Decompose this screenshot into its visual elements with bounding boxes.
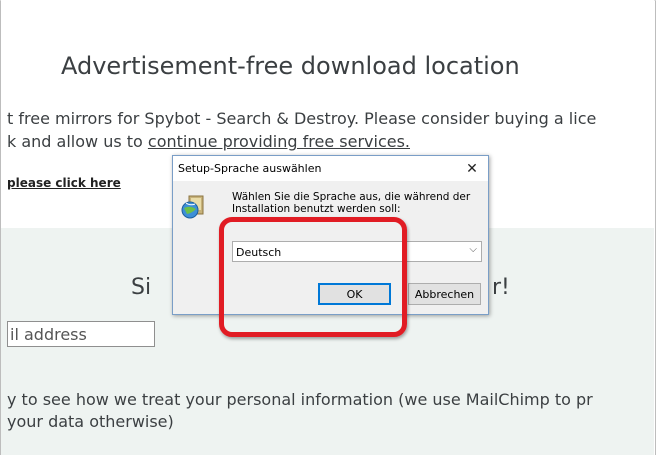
setup-language-dialog: Setup-Sprache auswählen ✕ Wählen Sie die…	[172, 155, 489, 315]
ok-button[interactable]: OK	[318, 283, 391, 305]
continue-link[interactable]: continue providing free services.	[148, 132, 410, 151]
signup-heading-right: r!	[492, 275, 510, 300]
cancel-button[interactable]: Abbrechen	[408, 283, 481, 305]
dialog-title: Setup-Sprache auswählen	[178, 162, 322, 175]
please-click-here-link[interactable]: please click here	[7, 176, 121, 190]
page-heading: Advertisement-free download location	[61, 52, 520, 80]
email-field[interactable]	[7, 321, 155, 347]
setup-globe-icon	[181, 195, 204, 219]
chevron-down-icon: ⌵	[469, 244, 477, 255]
language-select-value: Deutsch	[236, 246, 282, 259]
dialog-titlebar[interactable]: Setup-Sprache auswählen ✕	[173, 156, 488, 181]
dialog-prompt: Wählen Sie die Sprache aus, die während …	[232, 191, 471, 215]
privacy-text-line-1: y to see how we treat your personal info…	[7, 390, 593, 409]
intro-text-line-1: t free mirrors for Spybot - Search & Des…	[7, 109, 597, 128]
signup-heading-left: Si	[131, 275, 152, 300]
privacy-text-line-2: your data otherwise)	[7, 412, 174, 431]
intro-text-line-2-start: k and allow us to	[7, 132, 148, 151]
language-select[interactable]: Deutsch ⌵	[232, 241, 482, 262]
intro-text-line-2: k and allow us to continue providing fre…	[7, 132, 410, 151]
close-icon[interactable]: ✕	[458, 156, 486, 181]
